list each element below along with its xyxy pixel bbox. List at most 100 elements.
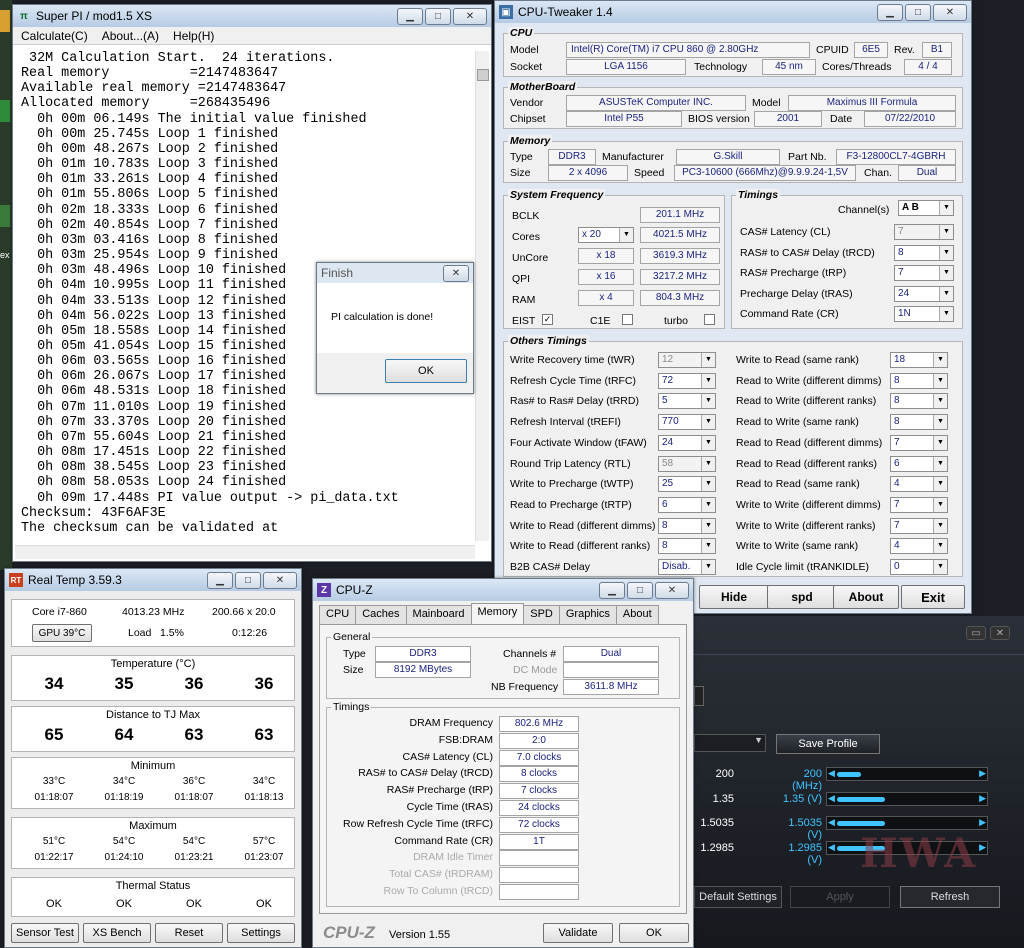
other-timing-select[interactable]: 0 ▼: [890, 559, 948, 575]
c1e-checkbox[interactable]: [622, 314, 633, 325]
maximize-button[interactable]: □: [905, 3, 931, 21]
close-button[interactable]: ✕: [453, 7, 487, 25]
other-timing-select[interactable]: 8 ▼: [890, 414, 948, 431]
settings-button[interactable]: Settings: [227, 923, 295, 943]
tab-caches[interactable]: Caches: [355, 605, 407, 625]
close-button[interactable]: ✕: [933, 3, 967, 21]
profile-select[interactable]: ▼: [694, 734, 766, 752]
realtemp-titlebar[interactable]: RT Real Temp 3.59.3 ▁ □ ✕: [5, 569, 301, 591]
voltage-slider[interactable]: ◀ ▶: [826, 816, 988, 830]
voltage-slider[interactable]: ◀ ▶: [826, 767, 988, 781]
other-timing-select[interactable]: 770 ▼: [658, 414, 716, 431]
dark-toggle[interactable]: [694, 686, 704, 706]
other-timing-select[interactable]: 8 ▼: [890, 372, 948, 389]
other-timing-select[interactable]: Disab. ▼: [658, 559, 716, 575]
finish-title: Finish: [321, 266, 354, 280]
cputweaker-titlebar[interactable]: ▣ CPU-Tweaker 1.4 ▁ □ ✕: [495, 1, 971, 23]
close-button[interactable]: ✕: [263, 571, 297, 589]
tab-graphics[interactable]: Graphics: [558, 605, 617, 625]
tab-about[interactable]: About: [615, 605, 659, 625]
eist-checkbox[interactable]: ✓: [542, 314, 553, 325]
exit-button[interactable]: Exit: [901, 585, 965, 609]
superpi-titlebar[interactable]: π Super PI / mod1.5 XS ▁ □ ✕: [13, 5, 491, 27]
cpuz-timing-value: 8 clocks: [499, 766, 579, 783]
bios-field: 2001: [754, 111, 822, 127]
minimize-button[interactable]: ▁: [877, 3, 903, 21]
superpi-scrollbar[interactable]: [475, 51, 489, 541]
superpi-hscrollbar[interactable]: [15, 545, 475, 559]
maximize-button[interactable]: □: [627, 581, 653, 599]
channels-select[interactable]: A B ▼: [898, 200, 954, 216]
other-timing-select[interactable]: 8 ▼: [658, 517, 716, 534]
turbo-checkbox[interactable]: [704, 314, 715, 325]
tab-memory[interactable]: Memory: [470, 603, 525, 625]
menu-calculate[interactable]: Calculate(C): [21, 29, 88, 43]
timing-select[interactable]: 1N ▼: [894, 306, 954, 322]
minimize-button[interactable]: ▁: [599, 581, 625, 599]
menu-help[interactable]: Help(H): [173, 29, 214, 43]
desktop-icon[interactable]: [0, 205, 10, 227]
other-timing-select[interactable]: 25 ▼: [658, 476, 716, 493]
other-timing-select[interactable]: 58 ▼: [658, 455, 716, 472]
ok-button[interactable]: OK: [385, 359, 467, 383]
voltage-slider[interactable]: ◀ ▶: [826, 791, 988, 806]
timing-select[interactable]: 7 ▼: [894, 224, 954, 240]
refresh-button[interactable]: Refresh: [900, 886, 1000, 908]
sensor-test-button[interactable]: Sensor Test: [11, 923, 79, 943]
timings-group: Timings Channel(s) A B ▼ CAS# Latency (CL…: [731, 189, 963, 329]
tab-spd[interactable]: SPD: [523, 605, 560, 625]
other-timing-value: 18: [894, 354, 906, 365]
close-button[interactable]: ✕: [655, 581, 689, 599]
validate-button[interactable]: Validate: [543, 923, 613, 943]
xs-bench-button[interactable]: XS Bench: [83, 923, 151, 943]
chevron-down-icon: ▼: [701, 539, 715, 554]
cores-multiplier-select[interactable]: x 20 ▼: [578, 227, 634, 243]
default-settings-button[interactable]: Default Settings: [694, 886, 782, 908]
other-timing-select[interactable]: 12 ▼: [658, 352, 716, 368]
cpuz-titlebar[interactable]: Z CPU-Z ▁ □ ✕: [313, 579, 693, 601]
timing-select[interactable]: 8 ▼: [894, 244, 954, 261]
gpu-button[interactable]: GPU 39°C: [32, 624, 92, 642]
desktop-icon[interactable]: [0, 10, 10, 32]
maximize-button[interactable]: □: [425, 7, 451, 25]
date-field: 07/22/2010: [864, 111, 956, 127]
other-timing-select[interactable]: 6 ▼: [890, 455, 948, 472]
timing-select[interactable]: 24 ▼: [894, 285, 954, 302]
tab-cpu[interactable]: CPU: [319, 605, 357, 625]
other-timing-select[interactable]: 18 ▼: [890, 352, 948, 368]
other-timing-select[interactable]: 8 ▼: [890, 393, 948, 410]
hide-button[interactable]: Hide: [699, 585, 769, 609]
desktop-icon[interactable]: [0, 100, 10, 122]
apply-button[interactable]: Apply: [790, 886, 890, 908]
other-timing-select[interactable]: 24 ▼: [658, 434, 716, 451]
tab-mainboard[interactable]: Mainboard: [405, 605, 472, 625]
other-timing-select[interactable]: 4 ▼: [890, 538, 948, 555]
other-timing-select[interactable]: 4 ▼: [890, 476, 948, 493]
other-timing-label: Write Recovery time (tWR): [510, 354, 635, 366]
minimize-button[interactable]: ▁: [397, 7, 423, 25]
chevron-down-icon: ▼: [619, 228, 633, 242]
close-button[interactable]: ✕: [990, 626, 1010, 640]
menu-about[interactable]: About...(A): [102, 29, 159, 43]
bios-label: BIOS version: [688, 113, 750, 125]
close-button[interactable]: ✕: [443, 264, 469, 282]
other-timing-select[interactable]: 7 ▼: [890, 496, 948, 513]
minimize-button[interactable]: ▁: [207, 571, 233, 589]
scrollbar-thumb[interactable]: [477, 69, 489, 81]
save-profile-button[interactable]: Save Profile: [776, 734, 880, 754]
other-timing-select[interactable]: 7 ▼: [890, 434, 948, 451]
ok-button[interactable]: OK: [619, 923, 689, 943]
mem-speed-label: Speed: [634, 167, 665, 179]
other-timing-select[interactable]: 5 ▼: [658, 393, 716, 410]
other-timing-select[interactable]: 72 ▼: [658, 372, 716, 389]
finish-titlebar[interactable]: Finish ✕: [317, 263, 473, 283]
other-timing-select[interactable]: 8 ▼: [658, 538, 716, 555]
spd-button[interactable]: spd: [767, 585, 837, 609]
other-timing-select[interactable]: 7 ▼: [890, 517, 948, 534]
reset-button[interactable]: Reset: [155, 923, 223, 943]
minimize-button[interactable]: ▭: [966, 626, 986, 640]
other-timing-select[interactable]: 6 ▼: [658, 496, 716, 513]
maximize-button[interactable]: □: [235, 571, 261, 589]
timing-select[interactable]: 7 ▼: [894, 265, 954, 281]
about-button[interactable]: About: [833, 585, 899, 609]
